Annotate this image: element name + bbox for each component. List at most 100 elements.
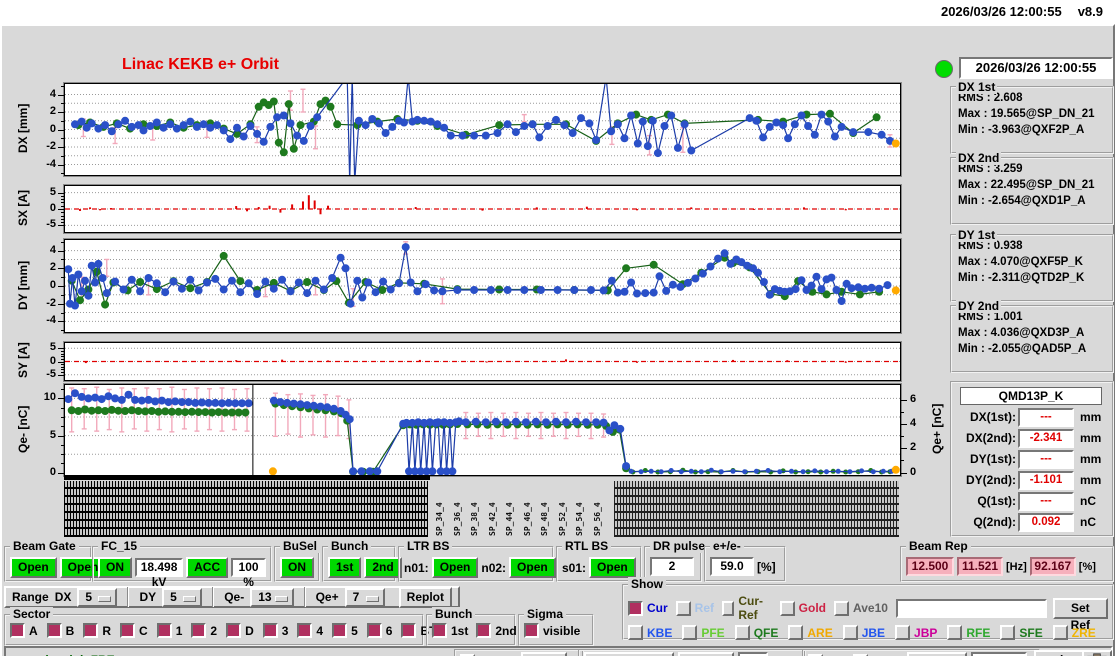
resize-button[interactable]: resize [1034,650,1085,656]
count-dropdown[interactable]: 300 [907,651,968,656]
checkbox-jbe[interactable]: JBE [842,625,885,640]
threshold-dropdown[interactable]: A [521,651,567,656]
bunch-2nd-button[interactable]: 2nd [364,557,402,578]
checkbox-indicator[interactable] [120,623,136,638]
checkbox-1st[interactable]: 1st [432,623,468,638]
bpm-name-label: SP_38_4 [470,502,479,536]
checkbox-ref[interactable]: Ref [675,594,714,622]
bpm-name-label: SP_52_4 [557,502,567,536]
checkbox-label: B [65,623,75,638]
fc15-on-button[interactable]: ON [98,557,132,578]
checkbox-indicator[interactable] [476,623,492,638]
bpm-select-dropdown[interactable]: SP_AT_0 [584,651,674,656]
checkbox-are[interactable]: ARE [788,625,833,640]
checkbox-rfe[interactable]: RFE [947,625,990,640]
checkbox-indicator[interactable] [156,623,172,638]
checkbox-c[interactable]: C [120,623,148,638]
checkbox-gold[interactable]: Gold [779,594,826,622]
checkbox-visible[interactable]: visible [524,623,580,638]
checkbox-sfe[interactable]: SFE [1000,625,1043,640]
bpm-name-label: SP_36_4 [452,502,462,536]
checkbox-1[interactable]: 1 [156,623,182,638]
checkbox-indicator[interactable] [734,625,750,640]
checkbox-2nd[interactable]: 2nd [476,623,517,638]
checkbox-2[interactable]: 2 [191,623,217,638]
replot-button[interactable]: Replot [398,586,452,608]
checkbox-6[interactable]: 6 [366,623,392,638]
checkbox-indicator[interactable] [366,623,382,638]
checkbox-label: PFE [701,625,725,640]
rtl-s01-open-button[interactable]: Open [589,557,636,578]
monitor-name[interactable]: QMD13P_K [960,387,1102,405]
checkbox-indicator[interactable] [788,625,804,640]
checkbox-4[interactable]: 4 [297,623,323,638]
page-title: Linac KEKB e+ Orbit [122,56,279,73]
axis-tick-label: 5 [49,341,56,354]
checkbox-r[interactable]: R [83,623,111,638]
checkbox-indicator[interactable] [628,625,643,640]
bunch-1st-button[interactable]: 1st [328,557,362,578]
checkbox-indicator[interactable] [722,600,735,616]
bunch-select-dropdown[interactable]: 1st [678,651,734,656]
stat-max: Max : 4.070@QXF5P_K [958,256,1083,268]
monitor-readout-panel: QMD13P_K DX(1st): --- mm DX(2nd): -2.341… [950,381,1114,537]
count-input[interactable] [971,652,1028,656]
checkbox-qfe[interactable]: QFE [734,625,778,640]
checkbox-indicator[interactable] [895,625,911,640]
checkbox-d[interactable]: D [226,623,254,638]
checkbox-ave10[interactable]: Ave10 [834,594,888,622]
checkbox-label: C [139,623,148,638]
checkbox-cur-ref[interactable]: Cur-Ref [722,594,772,622]
charge-threshold-input[interactable]: 0.1 [738,652,768,656]
checkbox-a[interactable]: A [10,623,38,638]
main-panel: Linac KEKB e+ Orbit 2026/03/26 12:00:55 … [0,24,1115,656]
checkbox-3[interactable]: 3 [262,623,288,638]
checkbox-indicator[interactable] [332,623,348,638]
range-dy-dropdown[interactable]: 5 [162,587,203,607]
checkbox-indicator[interactable] [524,623,539,638]
range-dx-dropdown[interactable]: 5 [77,587,118,607]
busel-on-button[interactable]: ON [280,557,314,578]
stat-min: Min : -2.055@QAD5P_A [958,343,1087,355]
checkbox-indicator[interactable] [675,600,691,616]
ltr-n02-open-button[interactable]: Open [509,557,556,578]
checkbox-indicator[interactable] [297,623,313,638]
checkbox-kbe[interactable]: KBE [628,625,672,640]
monitor-row-label: Q(1st): [977,494,1016,508]
checkbox-indicator[interactable] [834,600,849,616]
checkbox-indicator[interactable] [947,625,963,640]
monitor-row-label: DY(2nd): [966,473,1016,487]
range-qe-minus-dropdown[interactable]: 13 [250,587,294,607]
checkbox-indicator[interactable] [226,623,242,638]
checkbox-indicator[interactable] [779,600,795,616]
stats-card-dy1: DY 1st RMS : 0.938 Max : 4.070@QXF5P_K M… [950,228,1114,302]
fc15-acc-button[interactable]: ACC [186,557,229,578]
checkbox-indicator[interactable] [432,623,447,638]
checkbox-indicator[interactable] [1000,625,1016,640]
checkbox-indicator[interactable] [10,623,25,638]
checkbox-label: 1st [451,623,469,638]
checkbox-indicator[interactable] [842,625,858,640]
checkbox-indicator[interactable] [401,623,417,638]
ltr-n01-open-button[interactable]: Open [431,557,479,578]
ref-name-input[interactable] [895,598,1047,618]
checkbox-5[interactable]: 5 [332,623,358,638]
checkbox-cur[interactable]: Cur [628,594,668,622]
screenshot-button[interactable] [1082,650,1112,656]
checkbox-pfe[interactable]: PFE [682,625,725,640]
checkbox-indicator[interactable] [682,625,698,640]
set-ref-button[interactable]: Set Ref [1052,597,1108,632]
checkbox-indicator[interactable] [628,600,643,616]
checkbox-zre[interactable]: ZRE [1052,625,1096,640]
checkbox-indicator[interactable] [83,623,99,638]
range-qe-plus-dropdown[interactable]: 7 [344,587,385,607]
checkbox-jbp[interactable]: JBP [895,625,937,640]
beam-gate-open-button-1[interactable]: Open [10,557,57,578]
sigma-checkbox: visible [524,623,582,638]
checkbox-indicator[interactable] [191,623,207,638]
checkbox-indicator[interactable] [1052,625,1068,640]
checkbox-indicator[interactable] [46,623,62,638]
titlebar-text: 2026/03/26 12:00:55 v8.9 [941,4,1103,19]
checkbox-indicator[interactable] [262,623,278,638]
checkbox-b[interactable]: B [46,623,75,638]
